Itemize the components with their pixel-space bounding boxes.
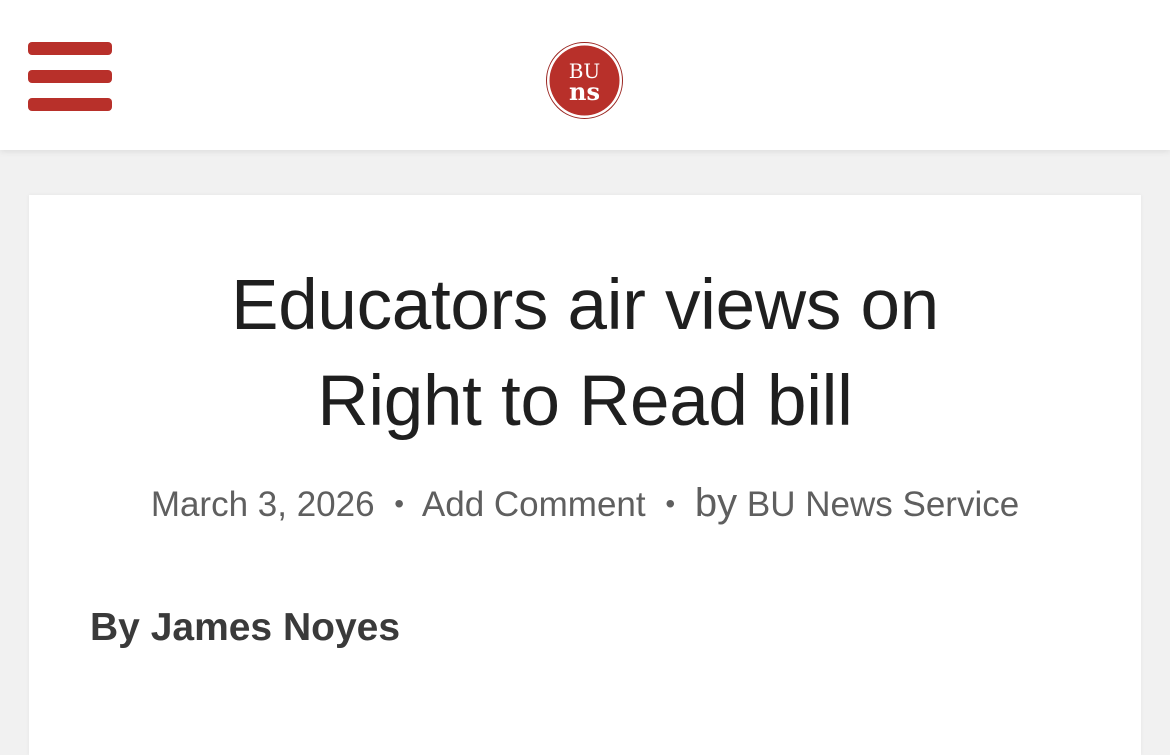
article-title-line-1: Educators air views on	[231, 266, 939, 345]
menu-bar-bottom	[28, 98, 112, 111]
bu-news-service-logo[interactable]: BU ns	[546, 42, 623, 119]
article-title-line-2: Right to Read bill	[317, 362, 853, 441]
article-byline: By James Noyes	[90, 606, 401, 649]
menu-bar-top	[28, 42, 112, 55]
menu-bar-middle	[28, 70, 112, 83]
meta-separator: •	[394, 488, 405, 519]
add-comment-link[interactable]: Add Comment	[422, 485, 646, 524]
by-label: by	[694, 481, 738, 525]
article-title: Educators air views on Right to Read bil…	[0, 258, 1170, 450]
article-meta: March 3, 2026 • Add Comment • by BU News…	[0, 481, 1170, 527]
site-header: BU ns	[0, 0, 1170, 150]
article-date: March 3, 2026	[150, 485, 375, 524]
logo-bottom-text: ns	[569, 77, 600, 106]
author-link[interactable]: BU News Service	[747, 485, 1019, 524]
hamburger-menu-icon[interactable]	[28, 42, 112, 112]
meta-separator: •	[665, 488, 676, 519]
